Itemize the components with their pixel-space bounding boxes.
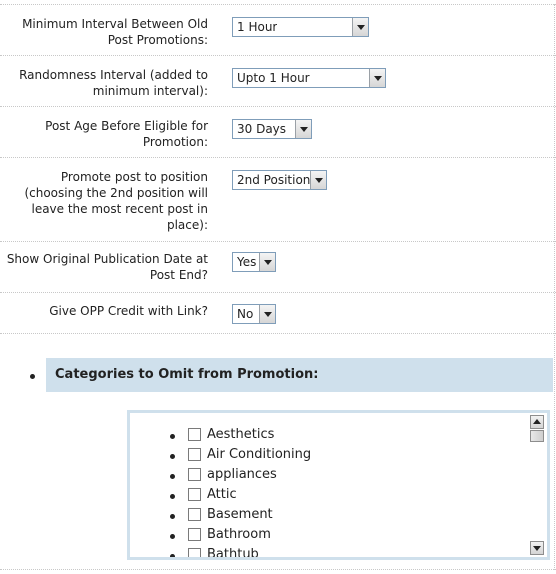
select-randomness-value: Upto 1 Hour (237, 71, 310, 85)
setting-label-show-date: Show Original Publication Date at Post E… (6, 252, 208, 282)
category-checkbox-aesthetics[interactable] (188, 428, 201, 441)
chevron-down-icon[interactable] (352, 18, 368, 36)
categories-scrollbar[interactable] (530, 415, 544, 555)
setting-row-opp-credit: Give OPP Credit with Link? No (0, 293, 556, 334)
bullet-icon (30, 374, 35, 379)
setting-row-randomness: Randomness Interval (added to minimum in… (0, 56, 556, 107)
setting-label-randomness: Randomness Interval (added to minimum in… (19, 68, 208, 98)
bullet-icon (170, 534, 175, 539)
category-item-bathtub: Bathtub (130, 546, 526, 560)
category-label-bathroom: Bathroom (207, 527, 271, 542)
category-item-bathroom: Bathroom (130, 526, 526, 546)
select-opp-credit[interactable]: No (232, 304, 276, 324)
category-checkbox-basement[interactable] (188, 508, 201, 521)
chevron-down-icon[interactable] (369, 69, 385, 87)
setting-label-min-interval: Minimum Interval Between Old Post Promot… (22, 17, 208, 47)
setting-row-show-date: Show Original Publication Date at Post E… (0, 242, 556, 293)
bullet-icon (170, 494, 175, 499)
scroll-up-icon[interactable] (530, 415, 544, 429)
categories-heading: Categories to Omit from Promotion: (46, 358, 553, 392)
setting-row-promote-position: Promote post to position (choosing the 2… (0, 158, 556, 242)
scroll-thumb[interactable] (530, 430, 544, 442)
select-min-interval[interactable]: 1 Hour (232, 17, 369, 37)
select-post-age-value: 30 Days (237, 122, 287, 136)
setting-row-min-interval: Minimum Interval Between Old Post Promot… (0, 5, 556, 56)
category-checkbox-attic[interactable] (188, 488, 201, 501)
category-item-basement: Basement (130, 506, 526, 526)
bullet-icon (170, 514, 175, 519)
category-item-appliances: appliances (130, 466, 526, 486)
category-checkbox-bathroom[interactable] (188, 528, 201, 541)
category-label-attic: Attic (207, 487, 237, 502)
select-promote-position-value: 2nd Position (237, 173, 311, 187)
categories-list-box[interactable]: Aesthetics Air Conditioning appliances A… (127, 410, 550, 560)
bullet-icon (170, 474, 175, 479)
category-label-bathtub: Bathtub (207, 547, 259, 560)
scroll-down-icon[interactable] (530, 541, 544, 555)
select-randomness[interactable]: Upto 1 Hour (232, 68, 386, 88)
select-show-date-value: Yes (237, 255, 257, 269)
setting-label-post-age: Post Age Before Eligible for Promotion: (45, 119, 208, 149)
bullet-icon (170, 554, 175, 557)
category-label-basement: Basement (207, 507, 273, 522)
category-item-air-conditioning: Air Conditioning (130, 446, 526, 466)
category-item-attic: Attic (130, 486, 526, 506)
category-checkbox-bathtub[interactable] (188, 548, 201, 557)
chevron-down-icon[interactable] (310, 171, 326, 189)
select-post-age[interactable]: 30 Days (232, 119, 312, 139)
bullet-icon (170, 434, 175, 439)
category-label-appliances: appliances (207, 467, 277, 482)
setting-label-opp-credit: Give OPP Credit with Link? (49, 304, 208, 318)
chevron-down-icon[interactable] (259, 253, 275, 271)
category-label-aesthetics: Aesthetics (207, 427, 275, 442)
bullet-icon (170, 454, 175, 459)
category-item-aesthetics: Aesthetics (130, 426, 526, 446)
chevron-down-icon[interactable] (295, 120, 311, 138)
select-show-date[interactable]: Yes (232, 252, 276, 272)
setting-row-post-age: Post Age Before Eligible for Promotion: … (0, 107, 556, 158)
select-min-interval-value: 1 Hour (237, 20, 278, 34)
select-promote-position[interactable]: 2nd Position (232, 170, 327, 190)
category-checkbox-appliances[interactable] (188, 468, 201, 481)
select-opp-credit-value: No (237, 307, 254, 321)
category-checkbox-air-conditioning[interactable] (188, 448, 201, 461)
category-label-air-conditioning: Air Conditioning (207, 447, 312, 462)
bottom-divider (0, 569, 556, 570)
setting-label-promote-position: Promote post to position (choosing the 2… (24, 170, 208, 232)
chevron-down-icon[interactable] (259, 305, 275, 323)
